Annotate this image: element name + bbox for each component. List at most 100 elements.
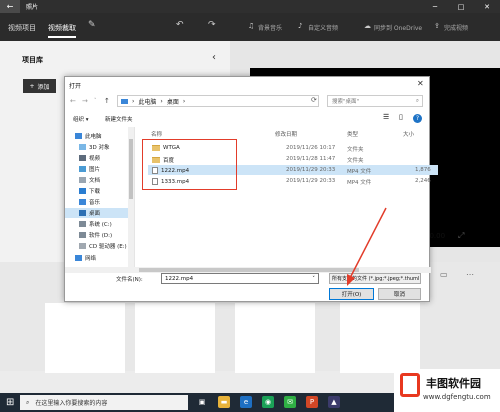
preview-pane-icon[interactable]: ▯ (399, 113, 403, 121)
app-toolbar: 视频项目 视频裁取 ✎ ↶ ↷ ♫ 背景音乐 ♪ 自定义音频 ☁ 同步到 One… (0, 13, 500, 41)
open-file-dialog: 打开 ✕ ← → ˅ ↑ › 此电脑 › 桌面 › ⟳ 搜索"桌面" ⌕ 组织 … (64, 76, 438, 302)
pc-icon (121, 98, 128, 104)
filename-input[interactable]: 1222.mp4 ˅ (161, 273, 319, 284)
filename-label: 文件名(N): (116, 277, 143, 283)
nav-item-network[interactable]: 网络 (75, 253, 96, 263)
dialog-close-icon[interactable]: ✕ (417, 79, 424, 88)
undo-icon[interactable]: ↶ (176, 20, 184, 30)
add-media-button[interactable]: + 添加 (23, 79, 56, 93)
file-explorer-icon[interactable]: ▬ (218, 396, 230, 408)
nav-back-icon[interactable]: ← (70, 97, 76, 105)
download-icon (79, 188, 86, 194)
file-type: 文件夹 (347, 147, 364, 153)
new-folder-button[interactable]: 新建文件夹 (105, 115, 133, 123)
nav-forward-icon[interactable]: → (82, 97, 88, 105)
storyboard-slot[interactable] (45, 303, 125, 373)
nav-item-videos[interactable]: 视频 (79, 153, 100, 163)
breadcrumb-desktop[interactable]: 桌面 (167, 97, 179, 106)
nav-item-3d-objects[interactable]: 3D 对象 (79, 142, 109, 152)
nav-up-icon[interactable]: ↑ (104, 97, 110, 105)
cancel-button[interactable]: 取消 (378, 288, 421, 300)
nav-item-system-c[interactable]: 系统 (C:) (79, 219, 112, 229)
powerpoint-icon[interactable]: P (306, 396, 318, 408)
edge-icon[interactable]: e (240, 396, 252, 408)
app-title: 照片 (26, 4, 39, 11)
redo-icon[interactable]: ↷ (208, 20, 216, 30)
view-options-icon[interactable]: ☰ (383, 113, 389, 121)
minimize-icon[interactable]: ─ (422, 0, 448, 13)
music-note-icon (79, 199, 86, 205)
nav-item-software-d[interactable]: 软件 (D:) (79, 230, 112, 240)
open-button[interactable]: 打开(O) (329, 288, 374, 300)
address-bar[interactable]: › 此电脑 › 桌面 › (117, 95, 319, 107)
finish-video-button[interactable]: 完成视频 (444, 23, 468, 32)
taskbar-search-placeholder: 在这里输入你要搜索的内容 (35, 400, 108, 407)
column-header-date[interactable]: 修改日期 (275, 130, 297, 138)
column-header-name[interactable]: 名称 (151, 130, 162, 138)
windows-start-icon[interactable]: ⊞ (6, 397, 14, 408)
task-view-icon[interactable]: ▣ (196, 396, 208, 408)
document-icon (79, 177, 86, 183)
more-icon[interactable]: ⋯ (466, 270, 474, 279)
nav-scrollbar-thumb[interactable] (129, 139, 133, 199)
custom-audio-button[interactable]: 自定义音频 (308, 23, 338, 32)
breadcrumb-this-pc[interactable]: 此电脑 (138, 97, 156, 106)
search-placeholder: 搜索"桌面" (332, 99, 360, 105)
file-type: 文件夹 (347, 158, 364, 164)
background-music-button[interactable]: 背景音乐 (258, 23, 282, 32)
search-icon: ⌕ (415, 97, 419, 104)
nav-item-documents[interactable]: 文档 (79, 175, 100, 185)
collapse-chevron-icon[interactable]: ‹ (212, 52, 216, 63)
picture-icon (79, 166, 86, 172)
nav-item-this-pc[interactable]: 此电脑 (75, 131, 102, 141)
dialog-toolbar: 组织 ▾ 新建文件夹 ☰ ▯ ? (65, 113, 431, 125)
title-bar: ← 照片 ─ □ ✕ (0, 0, 500, 13)
file-type: MP4 文件 (347, 169, 372, 175)
fullscreen-icon[interactable]: ⤢ (458, 231, 464, 241)
wechat-icon[interactable]: ✉ (284, 396, 296, 408)
tab-video-project[interactable]: 视频项目 (8, 23, 36, 33)
sync-onedrive-button[interactable]: 同步到 OneDrive (374, 23, 422, 32)
nav-item-music[interactable]: 音乐 (79, 197, 100, 207)
chevron-down-icon[interactable]: ˅ (312, 276, 315, 282)
photos-icon[interactable]: ▲ (328, 396, 340, 408)
nav-item-pictures[interactable]: 图片 (79, 164, 100, 174)
pc-icon (75, 133, 82, 139)
file-size: 1,876 (415, 167, 431, 173)
rename-pencil-icon[interactable]: ✎ (88, 20, 96, 30)
nav-item-downloads[interactable]: 下载 (79, 186, 100, 196)
plus-icon: + (29, 82, 35, 90)
nav-recent-icon[interactable]: ˅ (94, 98, 97, 104)
film-icon (79, 155, 86, 161)
file-type-filter[interactable]: 所有支持的文件 (*.jpg;*.jpeg;*.thuml (329, 273, 421, 284)
network-icon (75, 255, 82, 261)
tab-video-editor[interactable]: 视频裁取 (48, 23, 76, 38)
storyboard-view-icon[interactable]: ▭ (440, 270, 448, 279)
desktop-icon (79, 210, 86, 216)
close-window-icon[interactable]: ✕ (474, 0, 500, 13)
storyboard-slot[interactable] (340, 303, 420, 373)
taskbar-search[interactable]: ⌕ 在这里输入你要搜索的内容 (20, 395, 188, 410)
dialog-search-input[interactable]: 搜索"桌面" ⌕ (327, 95, 423, 107)
column-header-size[interactable]: 大小 (403, 130, 414, 138)
dialog-title: 打开 (69, 83, 82, 90)
cloud-icon: ☁ (364, 22, 371, 30)
file-date: 2019/11/28 11:47 (286, 156, 336, 162)
refresh-icon[interactable]: ⟳ (311, 96, 317, 104)
nav-item-cd-drive-e[interactable]: CD 驱动器 (E:) (79, 241, 127, 251)
organize-button[interactable]: 组织 ▾ (73, 115, 89, 123)
file-size: 2,246 (415, 178, 431, 184)
column-header-type[interactable]: 类型 (347, 130, 358, 138)
help-icon[interactable]: ? (413, 114, 422, 123)
maximize-icon[interactable]: □ (448, 0, 474, 13)
storyboard-slot[interactable] (135, 303, 215, 373)
search-icon: ⌕ (26, 398, 30, 406)
audio-icon: ♪ (298, 22, 303, 30)
storyboard-slot[interactable] (235, 303, 315, 373)
nav-item-desktop[interactable]: 桌面 (65, 208, 134, 218)
back-arrow-icon[interactable]: ← (0, 0, 20, 13)
app-icon[interactable]: ◉ (262, 396, 274, 408)
drive-icon (79, 232, 86, 238)
breadcrumb-sep: › (132, 97, 135, 105)
music-icon: ♫ (248, 22, 255, 30)
